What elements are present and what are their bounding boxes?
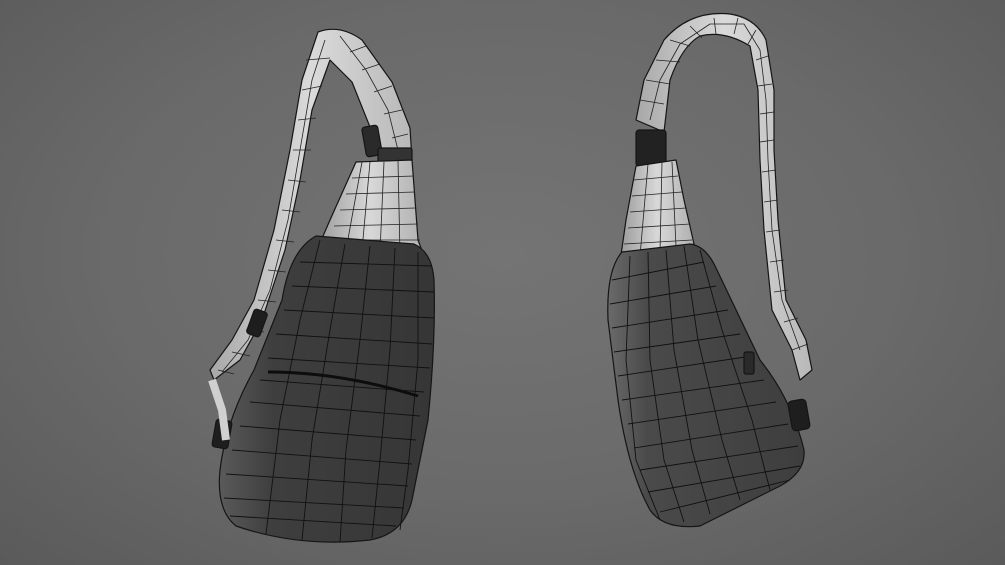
back-view-bag	[607, 12, 813, 528]
bag-body	[218, 235, 435, 543]
front-view-bag	[208, 28, 435, 543]
wireframe-render	[208, 12, 813, 543]
render-viewport	[0, 0, 1005, 565]
strap-buckle-right	[635, 129, 667, 167]
